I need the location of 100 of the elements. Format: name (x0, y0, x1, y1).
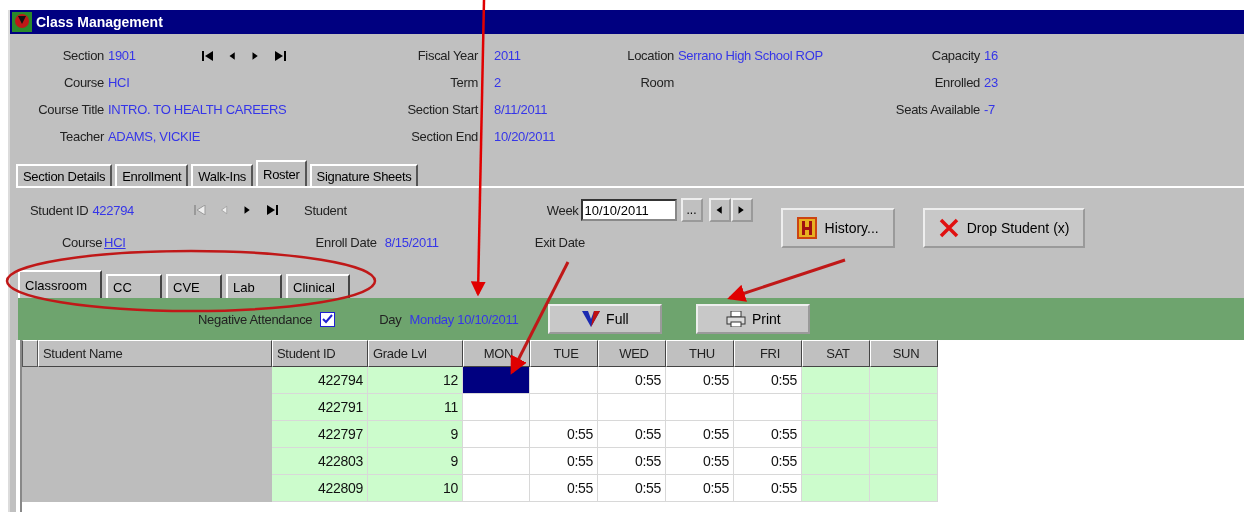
table-cell[interactable]: 0:55 (598, 421, 666, 448)
table-cell[interactable]: 0:55 (598, 367, 666, 394)
app-icon (12, 12, 32, 32)
column-header[interactable]: THU (666, 340, 734, 367)
table-cell[interactable]: 0:55 (598, 448, 666, 475)
column-header[interactable]: SAT (802, 340, 870, 367)
table-cell[interactable] (802, 367, 870, 394)
tab[interactable]: CVE (166, 274, 222, 298)
field-label: Exit Date (534, 234, 585, 250)
chevron-down-icon (582, 311, 601, 327)
field-label: Course (62, 75, 104, 90)
column-header[interactable]: WED (598, 340, 666, 367)
table-cell[interactable] (666, 394, 734, 421)
field-label: Fiscal Year (416, 48, 478, 63)
table-cell: 422791 (272, 394, 368, 421)
table-cell[interactable] (802, 475, 870, 502)
column-header[interactable]: Grade Lvl (368, 340, 463, 367)
table-cell[interactable]: 0:55 (666, 367, 734, 394)
print-button[interactable]: Print (696, 304, 811, 334)
column-header[interactable]: Student Name (38, 340, 272, 367)
table-cell[interactable] (463, 475, 530, 502)
field-label: Section End (410, 129, 478, 144)
tab[interactable]: Walk-Ins (191, 164, 254, 186)
table-cell[interactable]: 0:55 (530, 475, 598, 502)
last-record-icon (273, 50, 286, 61)
table-cell[interactable]: 0:55 (734, 448, 802, 475)
drop-student-button[interactable]: Drop Student (x) (922, 208, 1086, 248)
negative-attendance-checkbox[interactable] (320, 311, 336, 327)
table-cell[interactable] (802, 448, 870, 475)
tab[interactable]: Signature Sheets (309, 164, 419, 186)
field-label: Term (449, 75, 478, 90)
field-label: Enrolled (933, 75, 980, 90)
table-cell[interactable] (734, 394, 802, 421)
field-value: 16 (984, 48, 998, 63)
previous-record-button[interactable] (227, 50, 237, 61)
window-title: Class Management (36, 14, 163, 30)
table-cell[interactable] (870, 448, 938, 475)
previous-record-icon (220, 205, 230, 215)
field-value: 2011 (494, 48, 521, 63)
column-header[interactable]: SUN (870, 340, 938, 367)
first-record-icon (194, 205, 207, 215)
table-cell[interactable]: 0:55 (666, 448, 734, 475)
h-letter-icon (796, 217, 817, 239)
table-cell: 422809 (272, 475, 368, 502)
field-label: Course (62, 234, 103, 250)
table-cell[interactable]: 0:55 (598, 475, 666, 502)
table-cell[interactable] (870, 367, 938, 394)
field-label: Room (639, 75, 674, 90)
table-cell[interactable]: 0:55 (666, 475, 734, 502)
tab[interactable]: Enrollment (115, 164, 189, 186)
table-cell[interactable]: 0:55 (530, 421, 598, 448)
field-value: Serrano High School ROP (678, 48, 823, 63)
previous-record-icon (227, 50, 237, 61)
first-record-button[interactable] (201, 50, 214, 61)
tab[interactable]: Section Details (16, 164, 113, 186)
table-cell: 422794 (272, 367, 368, 394)
table-cell[interactable] (463, 394, 530, 421)
week-date-field[interactable]: 10/10/2011 (580, 199, 677, 221)
column-header[interactable]: FRI (734, 340, 802, 367)
table-cell: 9 (368, 421, 463, 448)
table-cell[interactable] (802, 421, 870, 448)
column-header[interactable]: Student ID (272, 340, 368, 367)
tab[interactable]: CC (106, 274, 162, 298)
table-cell[interactable]: 0:55 (666, 421, 734, 448)
table-cell[interactable]: 0:55 (734, 421, 802, 448)
table-cell[interactable] (870, 394, 938, 421)
last-record-button[interactable] (266, 205, 279, 215)
table-cell[interactable] (802, 394, 870, 421)
column-header[interactable]: TUE (530, 340, 598, 367)
tab[interactable]: Clinical (286, 274, 350, 298)
next-week-button[interactable] (730, 198, 753, 222)
history-button[interactable]: History... (780, 208, 895, 248)
tab[interactable]: Roster (256, 160, 307, 186)
field-value: 8/15/2011 (384, 234, 439, 250)
table-cell[interactable] (530, 367, 598, 394)
table-cell[interactable] (870, 475, 938, 502)
previous-week-button[interactable] (708, 198, 731, 222)
next-record-button[interactable] (250, 50, 260, 61)
field-value: Monday 10/10/2011 (409, 311, 519, 327)
tab[interactable]: Classroom (18, 270, 102, 298)
table-cell[interactable] (463, 448, 530, 475)
table-cell[interactable]: 0:55 (734, 475, 802, 502)
full-button[interactable]: Full (548, 304, 663, 334)
table-cell[interactable] (598, 394, 666, 421)
browse-button[interactable]: ... (680, 198, 703, 222)
tab[interactable]: Lab (226, 274, 282, 298)
field-value: HCI (108, 75, 130, 90)
table-cell[interactable] (463, 421, 530, 448)
table-cell: 422797 (272, 421, 368, 448)
table-cell: 11 (368, 394, 463, 421)
table-cell[interactable] (463, 367, 530, 394)
field-value: 2 (494, 75, 501, 90)
field-label: Student (304, 202, 347, 218)
table-cell[interactable] (870, 421, 938, 448)
field-value: -7 (984, 102, 995, 117)
table-cell[interactable]: 0:55 (530, 448, 598, 475)
table-cell[interactable]: 0:55 (734, 367, 802, 394)
table-cell[interactable] (530, 394, 598, 421)
last-record-button[interactable] (273, 50, 286, 61)
field-value: 1901 (108, 48, 136, 63)
